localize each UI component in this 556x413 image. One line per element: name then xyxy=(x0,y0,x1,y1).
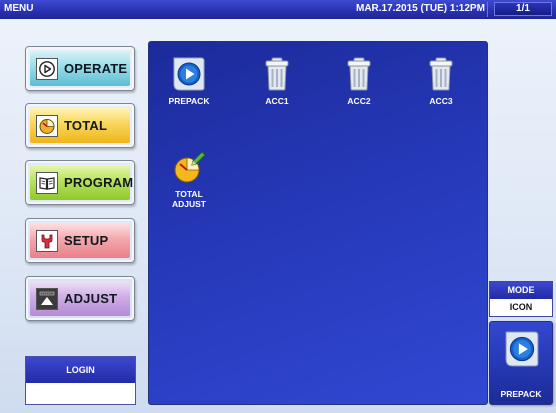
acc2-tile[interactable]: ACC2 xyxy=(324,56,394,106)
prepack-shortcut-label: PREPACK xyxy=(500,389,542,399)
acc1-tile[interactable]: ACC1 xyxy=(242,56,312,106)
prepack-tile[interactable]: PREPACK xyxy=(154,56,224,106)
total-button-face: TOTAL xyxy=(30,108,130,143)
trash-bin-icon xyxy=(341,56,377,92)
date-time: MAR.17.2015 (TUE) 1:12PM xyxy=(356,3,485,14)
book-icon xyxy=(36,171,58,194)
total-adjust-tile[interactable]: TOTAL ADJUST xyxy=(154,149,224,209)
total-button[interactable]: TOTAL xyxy=(25,103,135,148)
prepack-play-icon xyxy=(503,330,541,368)
setup-button[interactable]: SETUP xyxy=(25,218,135,263)
total-adjust-pencil-icon xyxy=(171,149,207,185)
mode-label: MODE xyxy=(490,282,552,299)
login-value xyxy=(26,383,135,404)
acc1-tile-label: ACC1 xyxy=(265,96,289,106)
play-circle-icon xyxy=(36,57,58,80)
acc3-tile-label: ACC3 xyxy=(429,96,453,106)
prepack-tile-label: PREPACK xyxy=(168,96,210,106)
login-label: LOGIN xyxy=(26,357,135,383)
prepack-shortcut-button[interactable]: PREPACK xyxy=(489,321,553,405)
adjust-label: ADJUST xyxy=(64,291,118,306)
page-indicator: 1/1 xyxy=(494,2,552,16)
program-button-face: PROGRAM xyxy=(30,165,134,200)
acc2-tile-label: ACC2 xyxy=(347,96,371,106)
prepack-play-icon xyxy=(171,56,207,92)
menu-icon-panel: PREPACK ACC1 ACC2 ACC3 TOTAL ADJUST xyxy=(148,41,488,405)
setup-button-face: SETUP xyxy=(30,223,130,258)
pie-clock-icon xyxy=(36,114,58,137)
screen-title: MENU xyxy=(4,3,34,14)
login-box[interactable]: LOGIN xyxy=(25,356,136,405)
mode-value: ICON xyxy=(509,302,533,312)
mode-indicator[interactable]: MODE ICON xyxy=(489,281,553,317)
total-adjust-tile-label: TOTAL ADJUST xyxy=(171,189,206,209)
wrench-icon xyxy=(36,229,58,252)
operate-button-face: OPERATE xyxy=(30,51,130,86)
adjust-button[interactable]: ADJUST xyxy=(25,276,135,321)
title-bar: MENU MAR.17.2015 (TUE) 1:12PM 1/1 xyxy=(0,0,556,19)
title-divider xyxy=(487,2,488,17)
total-label: TOTAL xyxy=(64,118,108,133)
program-label: PROGRAM xyxy=(64,175,134,190)
trash-bin-icon xyxy=(259,56,295,92)
program-button[interactable]: PROGRAM xyxy=(25,160,135,205)
scale-adjust-icon xyxy=(36,287,58,310)
operate-button[interactable]: OPERATE xyxy=(25,46,135,91)
acc3-tile[interactable]: ACC3 xyxy=(406,56,476,106)
operate-label: OPERATE xyxy=(64,61,128,76)
setup-label: SETUP xyxy=(64,233,109,248)
adjust-button-face: ADJUST xyxy=(30,281,130,316)
trash-bin-icon xyxy=(423,56,459,92)
